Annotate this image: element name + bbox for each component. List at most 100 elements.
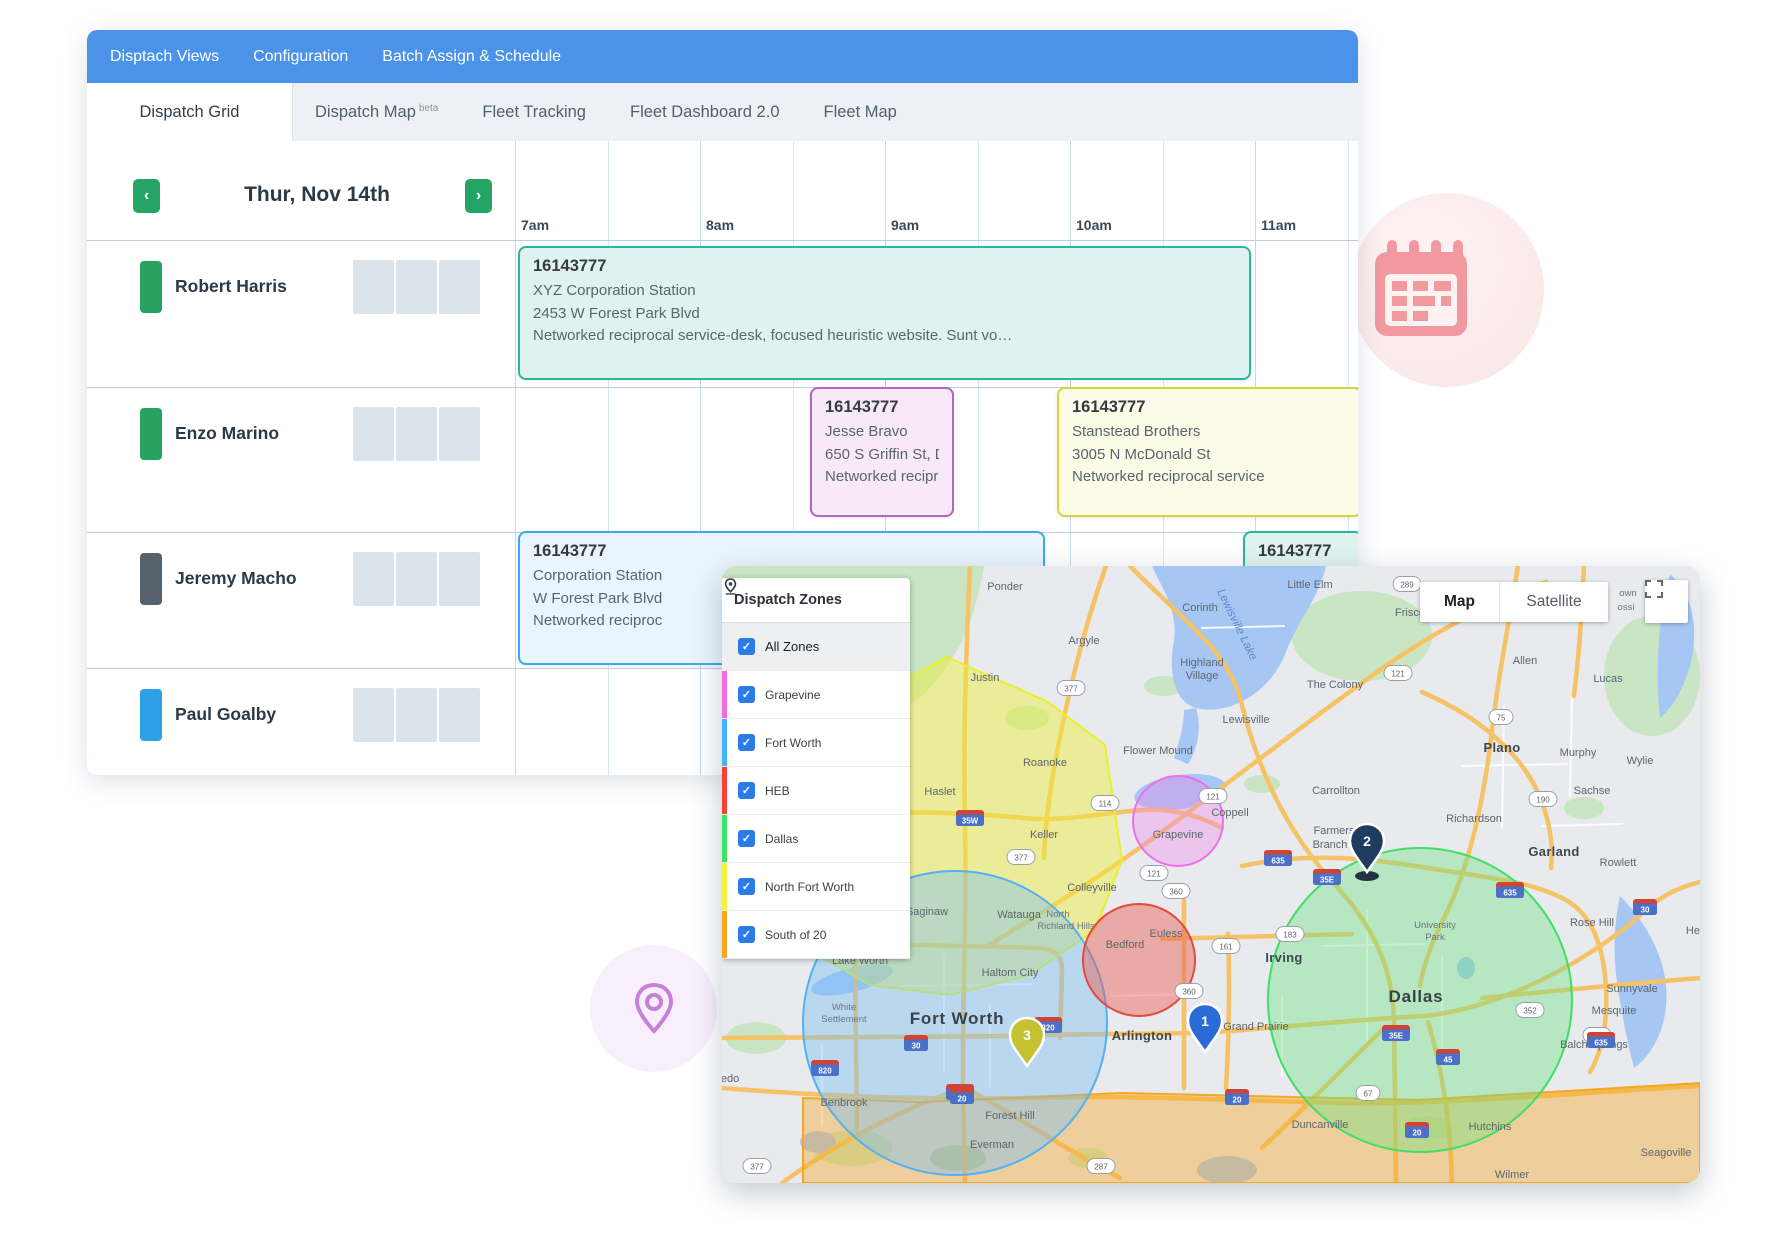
svg-text:360: 360 <box>1182 988 1196 997</box>
appointment-card[interactable]: 16143777XYZ Corporation Station2453 W Fo… <box>518 246 1251 380</box>
road-shield: 820 <box>811 1060 839 1076</box>
placeholder-box <box>396 688 437 742</box>
svg-text:35E: 35E <box>1320 876 1335 885</box>
pin-decoration <box>590 945 717 1072</box>
appointment-id: 16143777 <box>1258 542 1348 561</box>
appointment-customer: Stanstead Brothers <box>1072 421 1347 444</box>
tab-label: Dispatch Map <box>315 103 416 122</box>
nav-item-1[interactable]: Configuration <box>253 48 348 66</box>
calendar-decoration <box>1350 193 1544 387</box>
time-label: 8am <box>706 217 734 233</box>
nav-item-0[interactable]: Disptach Views <box>110 48 219 66</box>
svg-text:1: 1 <box>1201 1013 1209 1029</box>
zone-row-grapevine[interactable]: ✓Grapevine <box>722 671 910 719</box>
zone-color-strip <box>722 911 727 958</box>
zone-checkbox[interactable]: ✓ <box>738 782 755 799</box>
svg-text:360: 360 <box>1169 888 1183 897</box>
zone-row-heb[interactable]: ✓HEB <box>722 767 910 815</box>
road-shield: 20 <box>950 1088 974 1104</box>
fullscreen-button[interactable] <box>1645 580 1688 623</box>
road-shield: 20 <box>1225 1089 1249 1105</box>
zone-row-dallas[interactable]: ✓Dallas <box>722 815 910 863</box>
road-shield: 35W <box>956 810 984 826</box>
location-pin-icon <box>622 977 686 1041</box>
tech-color-chip <box>140 408 162 460</box>
tech-name: Paul Goalby <box>175 704 276 725</box>
map-label: Watauga <box>997 909 1042 921</box>
svg-text:635: 635 <box>1503 889 1517 898</box>
map-label: Flower Mound <box>1123 745 1193 757</box>
tab-fleet-dashboard-2-0[interactable]: Fleet Dashboard 2.0 <box>608 83 802 141</box>
road-shield: 114 <box>1091 796 1119 811</box>
svg-text:30: 30 <box>1641 906 1650 915</box>
svg-text:377: 377 <box>750 1163 764 1172</box>
svg-text:20: 20 <box>958 1095 967 1104</box>
map-label: Grapevine <box>1153 829 1204 841</box>
svg-text:20: 20 <box>1233 1096 1242 1105</box>
map-label: Duncanville <box>1292 1119 1349 1131</box>
satellite-view-button[interactable]: Satellite <box>1500 582 1608 622</box>
nav-item-2[interactable]: Batch Assign & Schedule <box>382 48 561 66</box>
road-shield: 183 <box>1276 927 1304 942</box>
map-view-button[interactable]: Map <box>1420 582 1500 622</box>
zone-checkbox[interactable]: ✓ <box>738 638 755 655</box>
map-label: Branch <box>1313 839 1348 851</box>
svg-text:635: 635 <box>1594 1039 1608 1048</box>
date-label: Thur, Nov 14th <box>177 183 457 207</box>
road-shield: 360 <box>1175 984 1203 999</box>
map-label: White <box>832 1002 856 1013</box>
tab-fleet-map[interactable]: Fleet Map <box>802 83 919 141</box>
zone-color-strip <box>722 815 727 862</box>
svg-text:35W: 35W <box>962 817 979 826</box>
zone-checkbox[interactable]: ✓ <box>738 734 755 751</box>
road-shield: 121 <box>1140 866 1168 881</box>
map-label: Lewisville <box>1222 714 1269 726</box>
appointment-address: 3005 N McDonald St <box>1072 444 1347 467</box>
tech-color-chip <box>140 553 162 605</box>
road-shield: 30 <box>1633 899 1657 915</box>
road-shield: 352 <box>1516 1003 1544 1018</box>
zone-row-north-fort-worth[interactable]: ✓North Fort Worth <box>722 863 910 911</box>
road-shield: 287 <box>1087 1159 1115 1174</box>
zone-checkbox[interactable]: ✓ <box>738 926 755 943</box>
map-label: Haslet <box>924 786 955 798</box>
appointment-id: 16143777 <box>825 398 939 417</box>
road-shield: 45 <box>1436 1049 1460 1065</box>
tab-dispatch-grid[interactable]: Dispatch Grid <box>87 83 293 141</box>
map-label: Lucas <box>1593 673 1623 685</box>
tab-fleet-tracking[interactable]: Fleet Tracking <box>460 83 608 141</box>
appointment-card[interactable]: 16143777Jesse Bravo650 S Griffin St, Dal… <box>810 387 954 517</box>
tab-label: Fleet Tracking <box>482 103 586 122</box>
road-shield: 360 <box>1162 884 1190 899</box>
map-label: Colleyville <box>1067 882 1117 894</box>
zone-checkbox[interactable]: ✓ <box>738 878 755 895</box>
road-shield: 30 <box>904 1035 928 1051</box>
dispatch-zones-panel: Dispatch Zones ✓All Zones✓Grapevine✓Fort… <box>722 578 910 959</box>
map-label: Corinth <box>1182 602 1217 614</box>
appointment-card[interactable]: 16143777Stanstead Brothers3005 N McDonal… <box>1057 387 1358 517</box>
placeholder-box <box>439 688 480 742</box>
tab-dispatch-map[interactable]: Dispatch Mapbeta <box>293 83 460 141</box>
tech-color-chip <box>140 261 162 313</box>
next-day-button[interactable]: › <box>465 179 492 213</box>
zone-checkbox[interactable]: ✓ <box>738 686 755 703</box>
svg-text:2: 2 <box>1363 833 1371 849</box>
zone-row-fort-worth[interactable]: ✓Fort Worth <box>722 719 910 767</box>
gridline <box>608 141 609 775</box>
time-label: 10am <box>1076 217 1112 233</box>
gridline <box>700 141 701 775</box>
map-label: Ponder <box>987 581 1023 593</box>
map-label: Bedford <box>1106 939 1145 951</box>
prev-day-button[interactable]: ‹ <box>133 179 160 213</box>
map-label: Allen <box>1513 655 1537 667</box>
zone-row-all-zones[interactable]: ✓All Zones <box>722 623 910 671</box>
svg-text:161: 161 <box>1219 943 1233 952</box>
appointment-id: 16143777 <box>533 542 1030 561</box>
road-shield: 635 <box>1264 850 1292 866</box>
zone-checkbox[interactable]: ✓ <box>738 830 755 847</box>
map-panel[interactable]: PonderLittle ElmFriscoCorinthArgyleHighl… <box>722 566 1700 1183</box>
map-label: The Colony <box>1307 679 1364 691</box>
tech-name: Robert Harris <box>175 276 287 297</box>
road-shield: 35E <box>1382 1025 1410 1041</box>
zone-row-south-of-20[interactable]: ✓South of 20 <box>722 911 910 959</box>
